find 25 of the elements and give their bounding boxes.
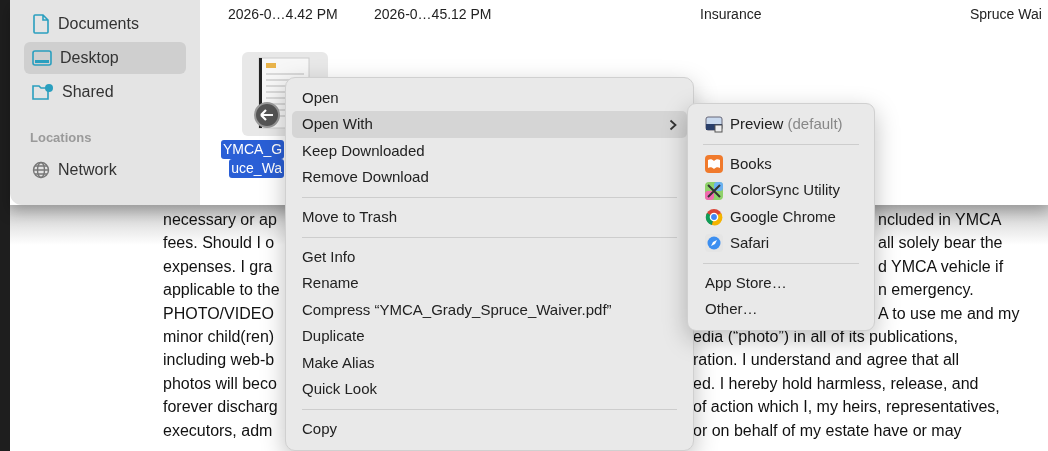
document-text: n emergency. xyxy=(878,280,974,301)
document-text: ed. I hereby hold harmless, release, and xyxy=(693,373,979,394)
document-text: PHOTO/VIDEO xyxy=(163,303,275,324)
column-cell-text: 2026-0…45.12 PM xyxy=(374,5,493,24)
document-text: forever discharg xyxy=(163,397,279,418)
document-text: or on behalf of my estate have or may xyxy=(693,420,962,441)
document-text: ncluded in YMCA xyxy=(878,210,1002,230)
document-text: all solely bear the xyxy=(878,233,1003,254)
document-text: ration. I understand and agree that all xyxy=(693,350,959,371)
column-cell-text: Spruce Wai xyxy=(970,5,1043,24)
document-text: edia (“photo”) in all of its publications, xyxy=(693,327,959,348)
document-text: d YMCA vehicle if xyxy=(878,256,1004,277)
column-cell-text: 2026-0…4.42 PM xyxy=(228,5,339,24)
document-text: photos will beco xyxy=(163,373,278,394)
document-text: executors, adm xyxy=(163,420,274,441)
column-cell-text: Insurance xyxy=(700,5,763,24)
document-text: minor child(ren) xyxy=(163,327,276,348)
document-text: of action which I, my heirs, representatives, xyxy=(693,397,1000,418)
document-text: applicable to the xyxy=(163,280,281,301)
document-text: fees. Should I o xyxy=(163,233,276,254)
document-text: necessary or ap xyxy=(163,210,278,230)
document-text: including web-b xyxy=(163,350,276,371)
document-text: A to use me and my xyxy=(878,303,1020,324)
document-text: expenses. I gra xyxy=(163,256,274,277)
sidebar-section-header: Locations xyxy=(30,129,93,147)
